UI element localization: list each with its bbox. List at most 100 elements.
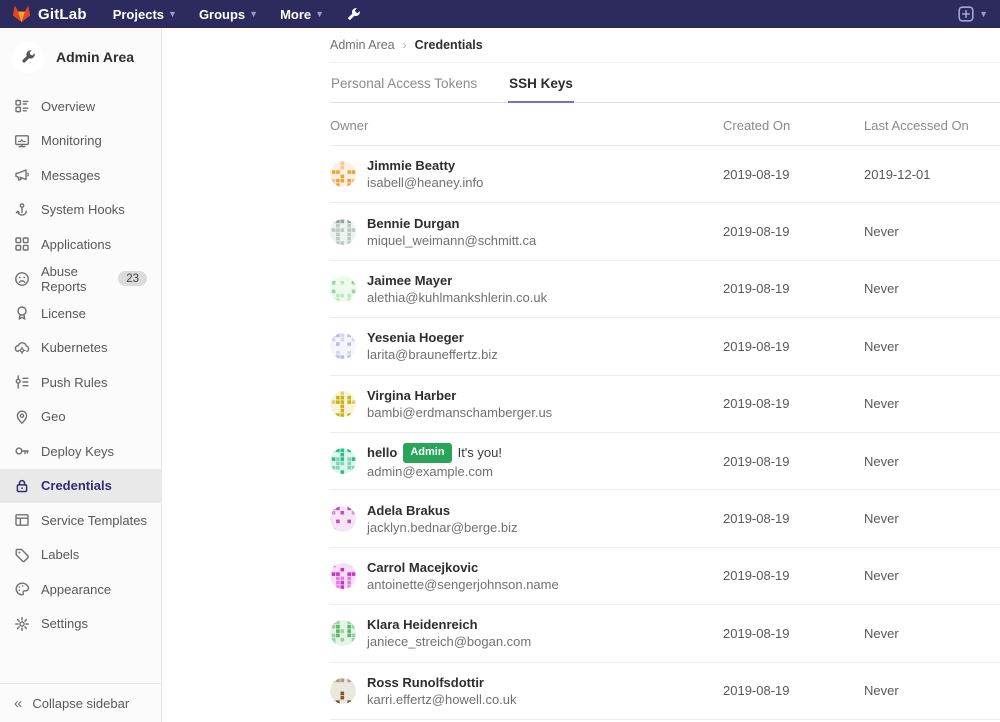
chevron-down-icon: ▼ <box>249 10 258 19</box>
admin-area-button[interactable] <box>346 7 361 22</box>
sidebar-item-label: System Hooks <box>41 202 125 217</box>
sidebar-item-label: Labels <box>41 547 79 562</box>
table-row: Carrol Macejkovic antoinette@sengerjohns… <box>330 548 1000 605</box>
last-accessed-value: Never <box>864 396 1000 411</box>
sidebar-item-label: Overview <box>41 99 95 114</box>
megaphone-icon <box>14 167 30 183</box>
abuse-icon <box>14 271 30 287</box>
last-accessed-value: Never <box>864 511 1000 526</box>
owner-cell: Virgina Harber bambi@erdmanschamberger.u… <box>330 387 723 421</box>
sidebar-item-service-templates[interactable]: Service Templates <box>0 503 161 538</box>
table-row: Bennie Durgan miquel_weimann@schmitt.ca … <box>330 203 1000 260</box>
gitlab-logo[interactable]: GitLab <box>12 5 87 23</box>
top-navbar: GitLab Projects▼ Groups▼ More▼ ▼ <box>0 0 1000 28</box>
created-on-value: 2019-08-19 <box>723 224 864 239</box>
sidebar-item-label: Kubernetes <box>41 340 108 355</box>
sidebar-item-abuse-reports[interactable]: Abuse Reports 23 <box>0 262 161 297</box>
sidebar-item-settings[interactable]: Settings <box>0 607 161 642</box>
monitor-icon <box>14 133 30 149</box>
sidebar-item-label: Geo <box>41 409 66 424</box>
hook-icon <box>14 202 30 218</box>
sidebar-item-license[interactable]: License <box>0 296 161 331</box>
sidebar-item-label: Deploy Keys <box>41 444 114 459</box>
avatar <box>330 506 356 532</box>
sidebar-item-label: Messages <box>41 168 100 183</box>
created-on-value: 2019-08-19 <box>723 167 864 182</box>
avatar <box>330 333 356 359</box>
owner-cell: Bennie Durgan miquel_weimann@schmitt.ca <box>330 215 723 249</box>
owner-name: Jimmie Beatty <box>367 157 483 174</box>
nav-projects[interactable]: Projects▼ <box>113 7 177 22</box>
created-on-value: 2019-08-19 <box>723 511 864 526</box>
collapse-sidebar-button[interactable]: « Collapse sidebar <box>0 683 161 722</box>
table-row: Klara Heidenreich janiece_streich@bogan.… <box>330 605 1000 662</box>
sidebar-menu: Overview Monitoring Messages System Hook… <box>0 85 161 641</box>
sidebar-item-labels[interactable]: Labels <box>0 538 161 573</box>
owner-email: jacklyn.bednar@berge.biz <box>367 519 518 536</box>
overview-icon <box>14 98 30 114</box>
owner-name: Carrol Macejkovic <box>367 559 559 576</box>
sidebar-item-system-hooks[interactable]: System Hooks <box>0 193 161 228</box>
sidebar-item-label: License <box>41 306 86 321</box>
tanuki-icon <box>12 5 31 23</box>
collapse-sidebar-label: Collapse sidebar <box>32 696 129 711</box>
table-row: Virgina Harber bambi@erdmanschamberger.u… <box>330 376 1000 433</box>
credentials-tabs: Personal Access Tokens SSH Keys <box>330 63 1000 103</box>
nav-more[interactable]: More▼ <box>280 7 324 22</box>
sidebar-item-deploy-keys[interactable]: Deploy Keys <box>0 434 161 469</box>
wrench-icon <box>346 7 361 22</box>
last-accessed-value: Never <box>864 224 1000 239</box>
owner-cell: Adela Brakus jacklyn.bednar@berge.biz <box>330 502 723 536</box>
owner-name: Adela Brakus <box>367 502 518 519</box>
sidebar-item-applications[interactable]: Applications <box>0 227 161 262</box>
breadcrumb-admin-area[interactable]: Admin Area <box>330 38 395 52</box>
avatar <box>330 219 356 245</box>
new-menu-button[interactable] <box>958 6 974 22</box>
last-accessed-value: 2019-12-01 <box>864 167 1000 182</box>
chevron-down-icon[interactable]: ▼ <box>979 10 988 19</box>
sidebar-item-kubernetes[interactable]: Kubernetes <box>0 331 161 366</box>
key-icon <box>14 443 30 459</box>
last-accessed-value: Never <box>864 568 1000 583</box>
label-icon <box>14 547 30 563</box>
brand-name: GitLab <box>38 6 87 23</box>
avatar <box>330 276 356 302</box>
breadcrumb-credentials: Credentials <box>415 38 483 52</box>
avatar <box>330 620 356 646</box>
sidebar-item-label: Monitoring <box>41 133 102 148</box>
col-owner: Owner <box>330 118 723 133</box>
avatar <box>330 678 356 704</box>
sidebar-title: Admin Area <box>56 49 134 65</box>
tab-personal-access-tokens[interactable]: Personal Access Tokens <box>330 76 478 103</box>
apps-icon <box>14 236 30 252</box>
kube-icon <box>14 340 30 356</box>
sidebar-item-credentials[interactable]: Credentials <box>0 469 161 504</box>
owner-email: alethia@kuhlmankshlerin.co.uk <box>367 289 547 306</box>
created-on-value: 2019-08-19 <box>723 396 864 411</box>
sidebar-item-appearance[interactable]: Appearance <box>0 572 161 607</box>
owner-email: miquel_weimann@schmitt.ca <box>367 232 536 249</box>
table-row: Yesenia Hoeger larita@brauneffertz.biz 2… <box>330 318 1000 375</box>
plus-square-icon <box>958 6 974 22</box>
tab-ssh-keys[interactable]: SSH Keys <box>508 76 574 103</box>
owner-email: admin@example.com <box>367 463 502 480</box>
owner-name: Bennie Durgan <box>367 215 536 232</box>
chevron-down-icon: ▼ <box>168 10 177 19</box>
sidebar-item-label: Appearance <box>41 582 111 597</box>
sidebar-item-label: Service Templates <box>41 513 147 528</box>
sidebar-item-push-rules[interactable]: Push Rules <box>0 365 161 400</box>
breadcrumb: Admin Area › Credentials <box>330 28 1000 63</box>
owner-email: isabell@heaney.info <box>367 174 483 191</box>
sidebar-item-monitoring[interactable]: Monitoring <box>0 124 161 159</box>
sidebar-item-overview[interactable]: Overview <box>0 89 161 124</box>
sidebar-item-geo[interactable]: Geo <box>0 400 161 435</box>
avatar <box>330 391 356 417</box>
nav-groups[interactable]: Groups▼ <box>199 7 258 22</box>
table-header: Owner Created On Last Accessed On <box>330 103 1000 146</box>
admin-sidebar: Admin Area Overview Monitoring Messages … <box>0 28 162 722</box>
sidebar-header[interactable]: Admin Area <box>0 28 161 85</box>
owner-email: larita@brauneffertz.biz <box>367 346 498 363</box>
template-icon <box>14 512 30 528</box>
sidebar-item-messages[interactable]: Messages <box>0 158 161 193</box>
avatar <box>330 161 356 187</box>
